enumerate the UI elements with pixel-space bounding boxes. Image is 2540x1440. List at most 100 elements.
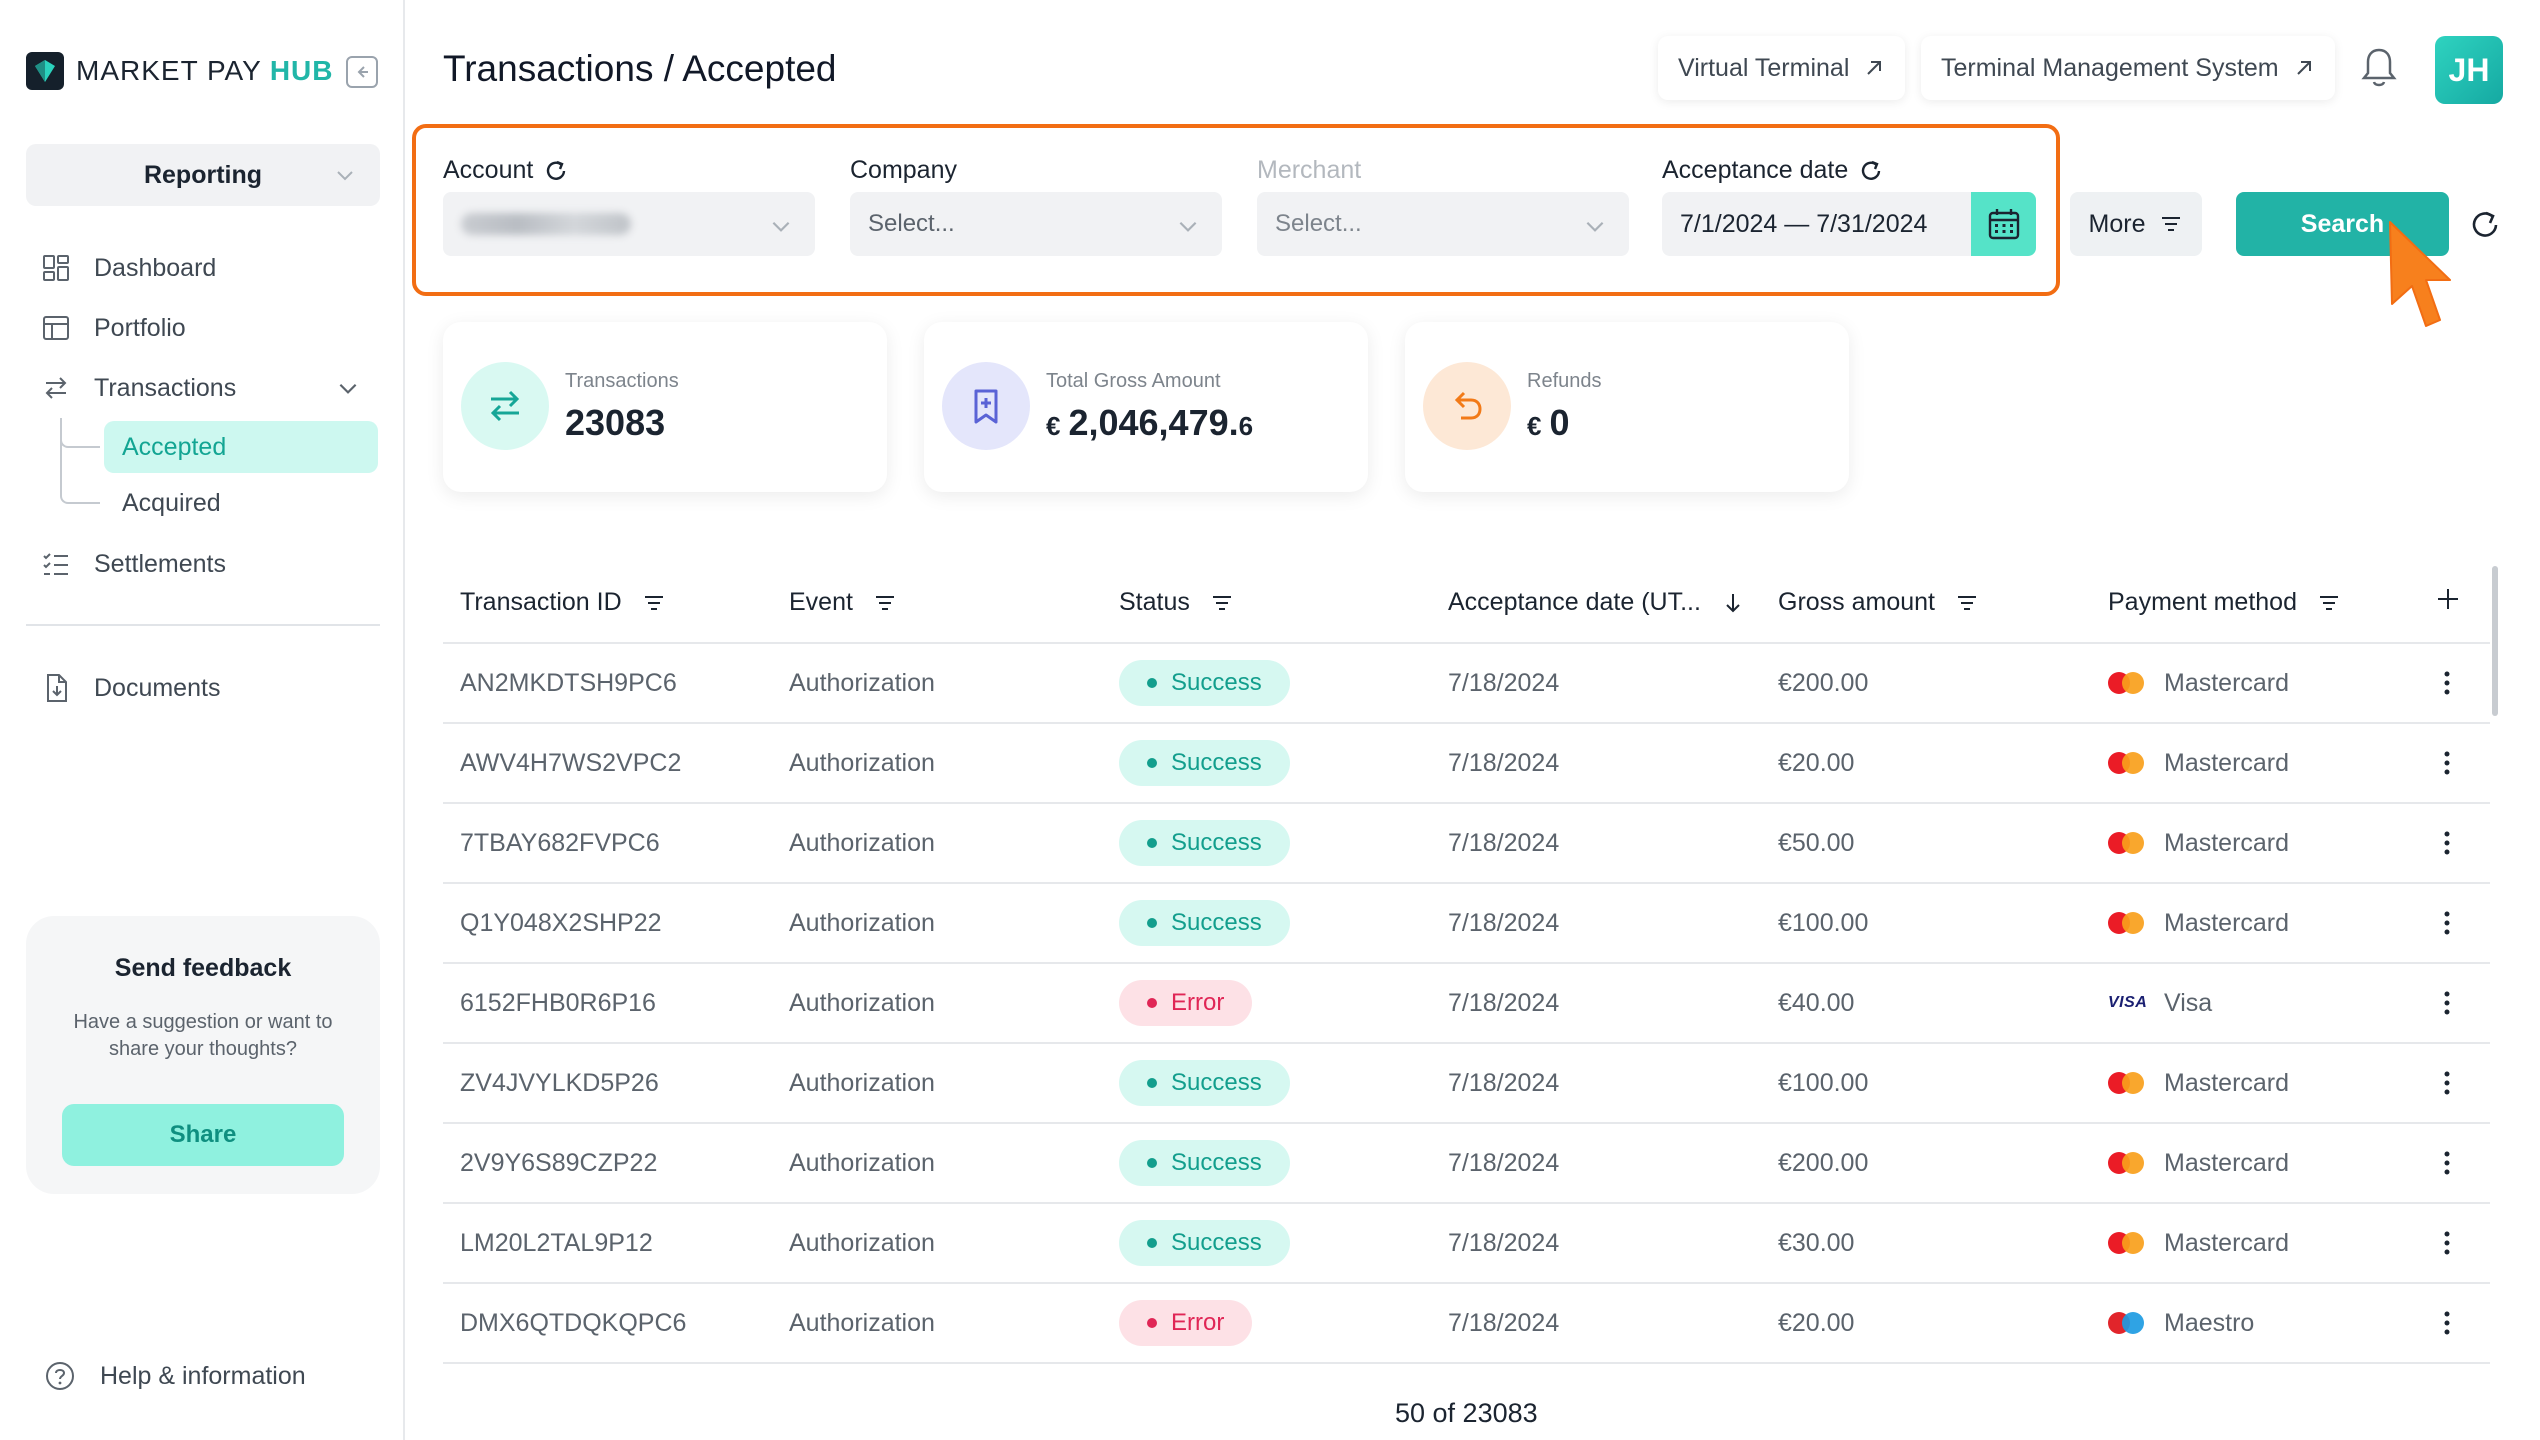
transaction-id-cell[interactable]: 6152FHB0R6P16 <box>460 964 656 1042</box>
filter-icon[interactable] <box>1210 591 1234 615</box>
acceptance-date-cell: 7/18/2024 <box>1448 1148 1560 1177</box>
table-row[interactable]: LM20L2TAL9P12 Authorization Success 7/18/20… <box>443 1204 2490 1284</box>
stat-label: Total Gross Amount <box>1046 370 1221 392</box>
stat-card-refunds: Refunds €0 <box>1405 322 1849 492</box>
merchant-select[interactable]: Select... <box>1257 192 1629 256</box>
acceptance-date-label: Acceptance date <box>1662 156 1884 185</box>
status-badge: Success <box>1119 820 1290 866</box>
sidebar-item-settlements[interactable]: Settlements <box>40 548 226 580</box>
user-avatar[interactable]: JH <box>2435 36 2503 104</box>
filter-icon[interactable] <box>642 591 666 615</box>
reset-refresh-icon[interactable] <box>2468 208 2502 242</box>
acceptance-date-cell: 7/18/2024 <box>1448 1068 1560 1097</box>
page-title: Transactions / Accepted <box>443 48 837 89</box>
column-header-payment-method[interactable]: Payment method <box>2108 588 2341 617</box>
chevron-down-icon <box>1586 221 1604 232</box>
filter-icon[interactable] <box>1955 591 1979 615</box>
row-actions-kebab-icon[interactable] <box>2432 1228 2462 1258</box>
row-actions-kebab-icon[interactable] <box>2432 1148 2462 1178</box>
help-link[interactable]: Help & information <box>44 1360 306 1392</box>
tree-connector <box>60 440 100 504</box>
table-row[interactable]: 6152FHB0R6P16 Authorization Error 7/18/2024… <box>443 964 2490 1044</box>
table-row[interactable]: AWV4H7WS2VPC2 Authorization Success 7/18/20… <box>443 724 2490 804</box>
transaction-id-cell[interactable]: AN2MKDTSH9PC6 <box>460 644 677 722</box>
merchant-label: Merchant <box>1257 156 1362 184</box>
chevron-down-icon <box>339 383 357 394</box>
sidebar-item-acquired[interactable]: Acquired <box>104 477 378 529</box>
logo-icon <box>26 52 64 90</box>
filter-icon[interactable] <box>2317 591 2341 615</box>
filter-icon[interactable] <box>873 591 897 615</box>
transaction-id-cell[interactable]: Q1Y048X2SHP22 <box>460 884 662 962</box>
row-actions-kebab-icon[interactable] <box>2432 668 2462 698</box>
sidebar-item-transactions[interactable]: Transactions <box>40 372 370 404</box>
acceptance-date-cell: 7/18/2024 <box>1448 1308 1560 1337</box>
sidebar-item-portfolio[interactable]: Portfolio <box>40 312 186 344</box>
share-button[interactable]: Share <box>62 1104 344 1166</box>
status-dot-icon <box>1147 1318 1157 1328</box>
acceptance-date-cell: 7/18/2024 <box>1448 668 1560 697</box>
column-header-status[interactable]: Status <box>1119 588 1234 617</box>
documents-icon <box>47 674 67 702</box>
gross-amount-cell: €20.00 <box>1778 748 1855 777</box>
row-actions-kebab-icon[interactable] <box>2432 748 2462 778</box>
settlements-icon <box>43 553 68 575</box>
gross-amount-cell: €100.00 <box>1778 1068 1869 1097</box>
status-cell: Success <box>1119 884 1290 962</box>
transaction-id-cell[interactable]: 2V9Y6S89CZP22 <box>460 1124 657 1202</box>
row-actions-kebab-icon[interactable] <box>2432 908 2462 938</box>
undo-arrow-icon <box>1423 362 1511 450</box>
external-link-icon <box>1867 61 1882 75</box>
account-select[interactable] <box>443 192 815 256</box>
sidebar-item-accepted[interactable]: Accepted <box>104 421 378 473</box>
acceptance-date-cell: 7/18/2024 <box>1448 828 1560 857</box>
add-column-icon[interactable] <box>2433 584 2463 614</box>
status-cell: Error <box>1119 964 1253 1042</box>
notification-bell-icon[interactable] <box>2359 46 2399 90</box>
table-row[interactable]: Q1Y048X2SHP22 Authorization Success 7/18/20… <box>443 884 2490 964</box>
pointer-cursor-icon <box>2389 221 2451 327</box>
row-actions-kebab-icon[interactable] <box>2432 1068 2462 1098</box>
stat-value: 23083 <box>565 402 666 443</box>
more-filters-button[interactable]: More <box>2070 192 2202 256</box>
column-header-gross-amount[interactable]: Gross amount <box>1778 588 1979 617</box>
status-badge: Success <box>1119 740 1290 786</box>
table-row[interactable]: AN2MKDTSH9PC6 Authorization Success 7/18/20… <box>443 644 2490 724</box>
chevron-down-icon <box>1179 221 1197 232</box>
transaction-id-cell[interactable]: 7TBAY682FVPC6 <box>460 804 660 882</box>
table-row[interactable]: 7TBAY682FVPC6 Authorization Success 7/18/20… <box>443 804 2490 884</box>
column-header-event[interactable]: Event <box>789 588 897 617</box>
table-row[interactable]: DMX6QTDQKQPC6 Authorization Error 7/18/2024… <box>443 1284 2490 1364</box>
virtual-terminal-link[interactable]: Virtual Terminal <box>1658 36 1906 100</box>
brand-logo[interactable]: MARKET PAY HUB <box>26 52 334 90</box>
collapse-sidebar-icon[interactable] <box>346 56 378 88</box>
calendar-button[interactable] <box>1971 192 2036 256</box>
transaction-id-cell[interactable]: ZV4JVYLKD5P26 <box>460 1044 659 1122</box>
table-scrollbar[interactable] <box>2492 566 2498 716</box>
row-actions-kebab-icon[interactable] <box>2432 828 2462 858</box>
acceptance-date-cell: 7/18/2024 <box>1448 1228 1560 1257</box>
row-actions-kebab-icon[interactable] <box>2432 988 2462 1018</box>
payment-method-cell: VISA Visa <box>2108 988 2213 1017</box>
chevron-down-icon <box>772 221 790 232</box>
sidebar-item-dashboard[interactable]: Dashboard <box>40 252 216 284</box>
refresh-icon[interactable] <box>1858 158 1884 184</box>
transaction-id-cell[interactable]: DMX6QTDQKQPC6 <box>460 1284 686 1362</box>
sidebar-item-documents[interactable]: Documents <box>40 672 220 704</box>
mastercard-icon <box>2108 832 2144 854</box>
row-actions-kebab-icon[interactable] <box>2432 1308 2462 1338</box>
table-row[interactable]: ZV4JVYLKD5P26 Authorization Success 7/18/20… <box>443 1044 2490 1124</box>
column-header-acceptance-date[interactable]: Acceptance date (UT... <box>1448 588 1745 617</box>
reporting-dropdown[interactable]: Reporting <box>26 144 380 206</box>
transactions-table: Transaction ID Event Status Acceptance d… <box>443 564 2490 1364</box>
sort-down-arrow-icon[interactable] <box>1721 591 1745 615</box>
transaction-id-cell[interactable]: LM20L2TAL9P12 <box>460 1204 653 1282</box>
table-row[interactable]: 2V9Y6S89CZP22 Authorization Success 7/18/20… <box>443 1124 2490 1204</box>
column-header-transaction-id[interactable]: Transaction ID <box>460 588 666 617</box>
company-select[interactable]: Select... <box>850 192 1222 256</box>
event-cell: Authorization <box>789 1308 935 1337</box>
transaction-id-cell[interactable]: AWV4H7WS2VPC2 <box>460 724 681 802</box>
refresh-icon[interactable] <box>543 158 569 184</box>
status-cell: Success <box>1119 724 1290 802</box>
terminal-management-link[interactable]: Terminal Management System <box>1921 36 2335 100</box>
